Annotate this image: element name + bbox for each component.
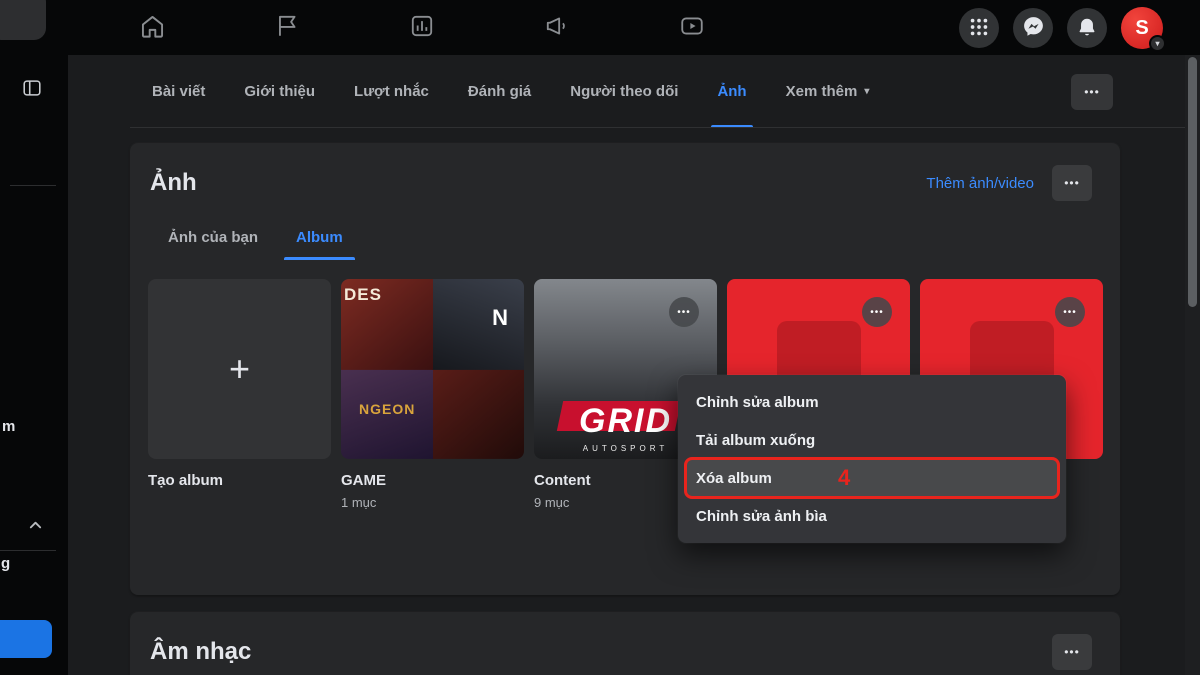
ellipsis-icon: ••• [870, 307, 884, 318]
header-divider [130, 127, 1185, 128]
tab-albums[interactable]: Album [284, 217, 355, 260]
music-card-header: Âm nhạc ••• [130, 612, 1120, 670]
main-content: Bài viết Giới thiệu Lượt nhắc Đánh giá N… [68, 55, 1185, 675]
video-play-icon [679, 13, 705, 42]
tab-photos[interactable]: Ảnh [715, 55, 748, 128]
photos-title: Ảnh [150, 169, 197, 197]
album-name[interactable]: Tạo album [148, 472, 331, 489]
album-cover-art-text: DES [344, 285, 382, 305]
chevron-up-icon[interactable] [28, 518, 43, 536]
tab-followers[interactable]: Người theo dõi [568, 55, 680, 128]
sidebar-primary-button-partial[interactable] [0, 620, 52, 658]
tab-label: Ảnh [717, 83, 746, 100]
photos-card-header: Ảnh Thêm ảnh/video ••• [130, 143, 1120, 201]
messenger-button[interactable] [1013, 8, 1053, 48]
tab-reviews[interactable]: Đánh giá [466, 55, 533, 128]
top-nav [124, 0, 720, 55]
apps-grid-icon [968, 16, 990, 41]
rail-divider [0, 550, 56, 551]
tab-label: Bài viết [152, 83, 205, 100]
notifications-button[interactable] [1067, 8, 1107, 48]
sidebar-partial-label: g [1, 555, 10, 572]
profile-nav-tabs: Bài viết Giới thiệu Lượt nhắc Đánh giá N… [150, 55, 871, 128]
facebook-photos-page: S ▾ m g Bài viết Giới th [0, 0, 1200, 675]
messenger-icon [1022, 15, 1045, 41]
tab-see-more[interactable]: Xem thêm ▾ [784, 55, 872, 128]
album-context-menu: Chỉnh sửa album Tải album xuống Xóa albu… [678, 375, 1066, 543]
nav-insights-button[interactable] [394, 6, 450, 50]
album-options-button[interactable]: ••• [669, 297, 699, 327]
sidebar-partial-label: m [2, 418, 15, 435]
album-options-button[interactable]: ••• [862, 297, 892, 327]
page-scrollbar-thumb[interactable] [1188, 57, 1197, 307]
menu-item-download-album[interactable]: Tải album xuống [686, 421, 1058, 459]
album-caption: GAME 1 mục [341, 472, 524, 510]
tab-label: Album [296, 229, 343, 246]
tab-your-photos[interactable]: Ảnh của bạn [156, 217, 270, 260]
menu-item-edit-cover-photo[interactable]: Chỉnh sửa ảnh bìa [686, 497, 1058, 535]
nav-pages-button[interactable] [259, 6, 315, 50]
album-cover-art-text: N [492, 305, 508, 331]
menu-item-label: Chỉnh sửa album [696, 394, 819, 411]
sidebar-toggle-button[interactable] [12, 69, 52, 109]
profile-more-options-button[interactable]: ••• [1071, 74, 1113, 110]
menu-item-label: Tải album xuống [696, 432, 815, 449]
tab-label: Xem thêm [786, 83, 858, 100]
music-title: Âm nhạc [150, 638, 251, 666]
album-name[interactable]: GAME [341, 472, 524, 489]
caret-down-icon: ▾ [1155, 39, 1159, 48]
ellipsis-icon: ••• [1064, 645, 1080, 659]
music-options-button[interactable]: ••• [1052, 634, 1092, 670]
album-count: 1 mục [341, 495, 524, 510]
nav-ads-button[interactable] [529, 6, 585, 50]
menu-item-label: Xóa album [696, 470, 772, 487]
corner-tab [0, 0, 46, 40]
ellipsis-icon: ••• [677, 307, 691, 318]
album-options-button[interactable]: ••• [1055, 297, 1085, 327]
bell-icon [1076, 16, 1098, 41]
plus-icon: + [229, 351, 250, 387]
ellipsis-icon: ••• [1063, 307, 1077, 318]
album-tile-game[interactable]: DES N NGEON [341, 279, 524, 459]
music-card: Âm nhạc ••• [130, 612, 1120, 675]
annotation-step-number: 4 [838, 465, 850, 491]
left-sidebar-rail: m g [0, 55, 68, 675]
top-bar: S ▾ [0, 0, 1200, 55]
menu-item-label: Chỉnh sửa ảnh bìa [696, 508, 827, 525]
profile-avatar[interactable]: S ▾ [1121, 7, 1163, 49]
album-cover-art-text: NGEON [359, 401, 415, 417]
menu-item-edit-album[interactable]: Chỉnh sửa album [686, 383, 1058, 421]
caret-down-icon: ▾ [864, 86, 869, 97]
top-actions: S ▾ [959, 7, 1163, 49]
tab-about[interactable]: Giới thiệu [242, 55, 317, 128]
album-caption: Tạo album [148, 472, 331, 510]
tab-label: Đánh giá [468, 83, 531, 100]
home-icon [139, 13, 166, 43]
tab-label: Giới thiệu [244, 83, 315, 100]
avatar-letter: S [1135, 17, 1148, 40]
megaphone-icon [544, 13, 570, 42]
create-album-tile[interactable]: + [148, 279, 331, 459]
avatar-caret-badge: ▾ [1149, 35, 1166, 52]
sidebar-panel-icon [21, 77, 43, 102]
flag-icon [274, 13, 300, 42]
nav-home-button[interactable] [124, 6, 180, 50]
tab-label: Người theo dõi [570, 83, 678, 100]
bar-chart-icon [409, 13, 435, 42]
tab-posts[interactable]: Bài viết [150, 55, 207, 128]
photos-options-button[interactable]: ••• [1052, 165, 1092, 201]
nav-watch-button[interactable] [664, 6, 720, 50]
menu-item-delete-album[interactable]: Xóa album 4 [686, 459, 1058, 497]
page-scrollbar-track[interactable] [1185, 55, 1200, 675]
rail-divider [10, 185, 56, 186]
tab-mentions[interactable]: Lượt nhắc [352, 55, 431, 128]
add-photo-video-link[interactable]: Thêm ảnh/video [926, 175, 1034, 192]
apps-menu-button[interactable] [959, 8, 999, 48]
photos-tabs: Ảnh của bạn Album [130, 201, 1120, 260]
tab-label: Lượt nhắc [354, 83, 429, 100]
ellipsis-icon: ••• [1064, 176, 1080, 190]
ellipsis-icon: ••• [1084, 85, 1100, 99]
tab-label: Ảnh của bạn [168, 229, 258, 246]
